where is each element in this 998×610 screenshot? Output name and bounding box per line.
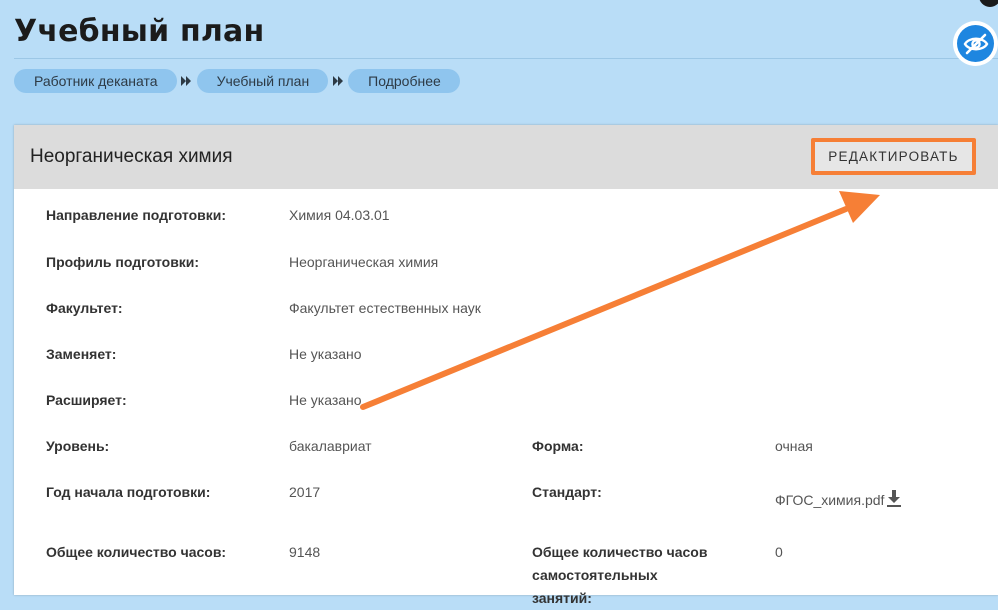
field-value-form: очная bbox=[775, 438, 813, 454]
field-value-level: бакалавриат bbox=[289, 438, 372, 454]
card-title: Неорганическая химия bbox=[30, 146, 233, 167]
field-label-faculty: Факультет: bbox=[46, 300, 123, 316]
field-label-replaces: Заменяет: bbox=[46, 346, 117, 362]
field-label-level: Уровень: bbox=[46, 438, 110, 454]
field-label-total-hours: Общее количество часов: bbox=[46, 544, 227, 560]
field-label-self-hours-line1: Общее количество часов bbox=[532, 544, 708, 560]
field-value-profile: Неорганическая химия bbox=[289, 254, 439, 270]
field-value-extends: Не указано bbox=[289, 392, 362, 408]
chevron-right-icon bbox=[328, 69, 348, 93]
field-value-faculty: Факультет естественных наук bbox=[289, 300, 481, 316]
breadcrumb-item-details[interactable]: Подробнее bbox=[348, 69, 460, 93]
chat-icon[interactable] bbox=[968, 0, 998, 12]
breadcrumb-item-dean-worker[interactable]: Работник деканата bbox=[14, 69, 177, 93]
page-title: Учебный план bbox=[14, 14, 265, 49]
title-divider bbox=[14, 58, 998, 59]
visibility-toggle-button[interactable] bbox=[953, 21, 998, 66]
field-value-self-hours: 0 bbox=[775, 544, 783, 560]
curriculum-card: Неорганическая химия РЕДАКТИРОВАТЬ bbox=[14, 125, 998, 595]
field-value-replaces: Не указано bbox=[289, 346, 362, 362]
field-label-form: Форма: bbox=[532, 438, 584, 454]
field-label-profile: Профиль подготовки: bbox=[46, 254, 200, 270]
field-label-start-year: Год начала подготовки: bbox=[46, 484, 211, 500]
field-value-start-year: 2017 bbox=[289, 484, 321, 500]
field-label-extends: Расширяет: bbox=[46, 392, 127, 408]
field-label-self-hours-line3: занятий: bbox=[532, 590, 592, 606]
field-value-total-hours: 9148 bbox=[289, 544, 321, 560]
chevron-right-icon bbox=[177, 69, 197, 93]
field-label-self-hours-line2: самостоятельных bbox=[532, 567, 658, 583]
edit-button[interactable]: РЕДАКТИРОВАТЬ bbox=[811, 138, 976, 175]
breadcrumb: Работник деканата Учебный план Подробнее bbox=[14, 69, 460, 93]
breadcrumb-item-curriculum[interactable]: Учебный план bbox=[196, 69, 329, 93]
field-value-direction: Химия 04.03.01 bbox=[289, 207, 390, 223]
field-label-standard: Стандарт: bbox=[532, 484, 602, 500]
standard-file-link[interactable]: ФГОС_химия.pdf bbox=[775, 489, 884, 512]
eye-slash-icon bbox=[957, 25, 994, 62]
field-label-direction: Направление подготовки: bbox=[46, 207, 227, 223]
card-header: Неорганическая химия РЕДАКТИРОВАТЬ bbox=[14, 125, 998, 189]
download-icon[interactable] bbox=[885, 489, 903, 509]
page-header: Учебный план Работник деканата Учебный п… bbox=[0, 0, 998, 113]
